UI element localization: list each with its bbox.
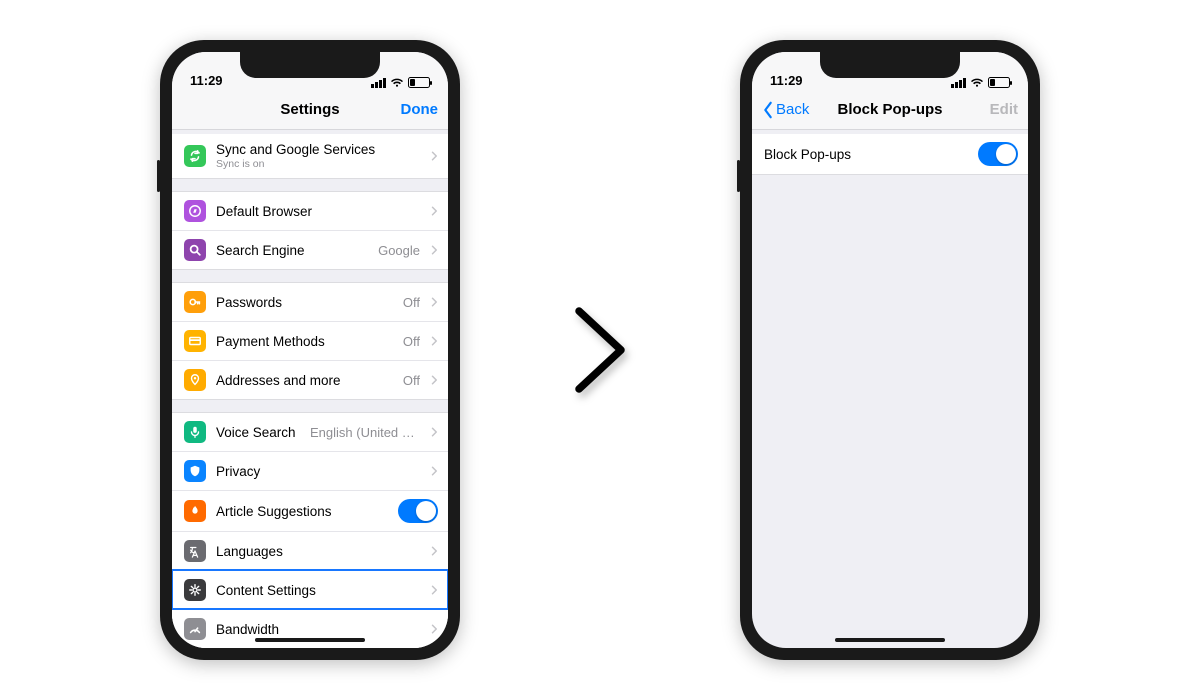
row-label: Privacy — [216, 464, 420, 479]
notch — [240, 52, 380, 78]
row-payment-methods[interactable]: Payment Methods Off — [172, 321, 448, 360]
row-search-engine[interactable]: Search Engine Google — [172, 230, 448, 269]
nav-title: Block Pop-ups — [837, 101, 942, 118]
transition-arrow-icon — [570, 305, 630, 395]
chevron-right-icon — [430, 335, 438, 347]
article-suggestions-toggle[interactable] — [398, 499, 438, 523]
mic-icon — [184, 421, 206, 443]
row-privacy[interactable]: Privacy — [172, 451, 448, 490]
cellular-icon — [951, 78, 966, 88]
row-article-suggestions[interactable]: Article Suggestions — [172, 490, 448, 531]
chevron-left-icon — [762, 101, 774, 119]
chevron-right-icon — [430, 296, 438, 308]
row-label: Passwords — [216, 295, 393, 310]
compass-icon — [184, 200, 206, 222]
flame-icon — [184, 500, 206, 522]
status-time: 11:29 — [190, 73, 223, 88]
chevron-right-icon — [430, 584, 438, 596]
row-label: Languages — [216, 544, 420, 559]
chevron-right-icon — [430, 150, 438, 162]
key-icon — [184, 291, 206, 313]
row-value: Off — [403, 334, 420, 349]
block-popups-toggle[interactable] — [978, 142, 1018, 166]
pin-icon — [184, 369, 206, 391]
row-sync-and-google-services[interactable]: Sync and Google ServicesSync is on — [172, 134, 448, 178]
search-icon — [184, 239, 206, 261]
card-icon — [184, 330, 206, 352]
row-value: Google — [378, 243, 420, 258]
battery-icon — [408, 77, 430, 88]
status-icons — [951, 77, 1010, 88]
home-indicator — [835, 638, 945, 642]
screen: 11:29 Back Block Pop-ups Edit Block Pop-… — [752, 52, 1028, 648]
lang-icon — [184, 540, 206, 562]
row-label: Default Browser — [216, 204, 420, 219]
nav-bar: Back Block Pop-ups Edit — [752, 90, 1028, 130]
battery-icon — [988, 77, 1010, 88]
wifi-icon — [390, 78, 404, 88]
row-value: Off — [403, 295, 420, 310]
row-label: Voice Search — [216, 425, 300, 440]
chevron-right-icon — [430, 465, 438, 477]
chevron-right-icon — [430, 545, 438, 557]
settings-list[interactable]: Sync and Google ServicesSync is on Defaul… — [172, 130, 448, 648]
popups-content: Block Pop-ups — [752, 130, 1028, 648]
row-label: Article Suggestions — [216, 504, 388, 519]
nav-bar: Settings Done — [172, 90, 448, 130]
row-addresses-and-more[interactable]: Addresses and more Off — [172, 360, 448, 399]
row-bandwidth[interactable]: Bandwidth — [172, 609, 448, 648]
row-label: Search Engine — [216, 243, 368, 258]
sync-icon — [184, 145, 206, 167]
row-label: Sync and Google Services — [216, 142, 420, 157]
row-label: Bandwidth — [216, 622, 420, 637]
gear-icon — [184, 579, 206, 601]
row-voice-search[interactable]: Voice Search English (United Sta… — [172, 413, 448, 451]
status-icons — [371, 77, 430, 88]
back-button[interactable]: Back — [762, 101, 837, 119]
row-languages[interactable]: Languages — [172, 531, 448, 570]
done-button[interactable]: Done — [340, 101, 438, 118]
cellular-icon — [371, 78, 386, 88]
row-label: Payment Methods — [216, 334, 393, 349]
row-block-popups[interactable]: Block Pop-ups — [752, 134, 1028, 174]
screen: 11:29 Settings Done Sync and Google Serv… — [172, 52, 448, 648]
chevron-right-icon — [430, 623, 438, 635]
notch — [820, 52, 960, 78]
row-default-browser[interactable]: Default Browser — [172, 192, 448, 230]
row-content-settings[interactable]: Content Settings — [172, 570, 448, 609]
edit-button[interactable]: Edit — [943, 101, 1019, 118]
phone-settings: 11:29 Settings Done Sync and Google Serv… — [160, 40, 460, 660]
chevron-right-icon — [430, 374, 438, 386]
row-value: Off — [403, 373, 420, 388]
chevron-right-icon — [430, 205, 438, 217]
gauge-icon — [184, 618, 206, 640]
row-value: English (United Sta… — [310, 425, 420, 440]
chevron-right-icon — [430, 426, 438, 438]
row-label: Block Pop-ups — [764, 147, 968, 162]
wifi-icon — [970, 78, 984, 88]
status-time: 11:29 — [770, 73, 803, 88]
phone-popups: 11:29 Back Block Pop-ups Edit Block Pop-… — [740, 40, 1040, 660]
shield-icon — [184, 460, 206, 482]
chevron-right-icon — [430, 244, 438, 256]
row-label: Addresses and more — [216, 373, 393, 388]
back-label: Back — [776, 101, 809, 118]
nav-title: Settings — [280, 101, 339, 118]
row-passwords[interactable]: Passwords Off — [172, 283, 448, 321]
home-indicator — [255, 638, 365, 642]
row-label: Content Settings — [216, 583, 420, 598]
row-sublabel: Sync is on — [216, 158, 420, 170]
